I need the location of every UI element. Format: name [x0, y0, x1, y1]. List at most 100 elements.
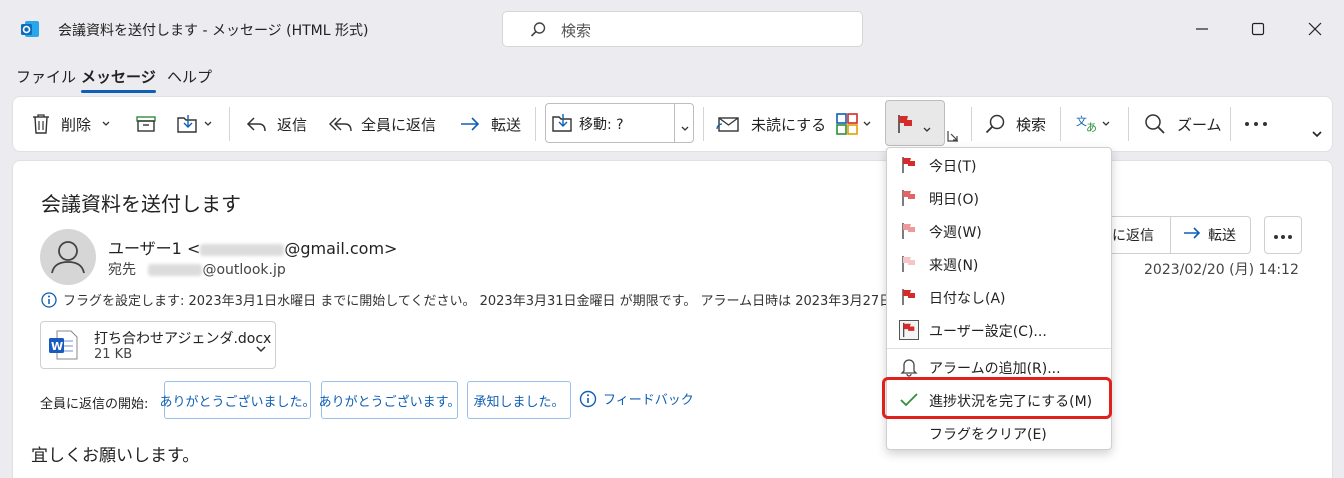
window-title: 会議資料を送付します - メッセージ (HTML 形式) — [58, 23, 369, 39]
flag-menu-today[interactable]: 今日(T) — [887, 149, 1111, 181]
ribbon-expand-button[interactable] — [1311, 107, 1323, 161]
chevron-down-icon — [101, 120, 111, 128]
attachment-card[interactable]: W 打ち合わせアジェンダ.docx 21 KB — [40, 321, 276, 369]
folder-move-icon — [551, 112, 575, 138]
ribbon-divider — [535, 107, 536, 141]
find-button[interactable]: 検索 — [984, 97, 1046, 151]
ribbon-divider — [703, 107, 704, 141]
reply-forward-group: に返信 転送 — [1103, 216, 1251, 254]
categorize-button[interactable] — [836, 97, 872, 151]
attachment-size: 21 KB — [94, 347, 133, 362]
tab-help[interactable]: ヘルプ — [167, 66, 212, 87]
info-icon — [579, 390, 597, 407]
svg-text:あ: あ — [1086, 121, 1097, 134]
trash-icon — [31, 113, 51, 135]
outlook-app-icon — [20, 19, 40, 39]
reply-all-inline-button[interactable]: に返信 — [1112, 217, 1154, 253]
ellipsis-icon — [1244, 121, 1268, 127]
flag-menu-tomorrow-label: 明日(O) — [929, 192, 979, 208]
svg-text:W: W — [51, 340, 63, 353]
feedback-link[interactable]: フィードバック — [579, 389, 694, 408]
title-search-box[interactable]: 検索 — [502, 11, 863, 47]
redacted-email — [200, 243, 285, 256]
chevron-down-icon — [203, 120, 213, 128]
flag-menu-mark-complete-label: 進捗状況を完了にする(M) — [929, 394, 1093, 410]
folder-move-icon — [176, 113, 200, 135]
reply-button[interactable]: 返信 — [245, 97, 307, 151]
message-date: 2023/02/20 (月) 14:12 — [1144, 262, 1299, 278]
quick-reply-2[interactable]: ありがとうございます。 — [319, 381, 460, 419]
tab-message[interactable]: メッセージ — [81, 66, 156, 93]
translate-button[interactable]: 文あ — [1075, 97, 1111, 151]
message-subject: 会議資料を送付します — [41, 192, 241, 216]
flag-menu-no-date-label: 日付なし(A) — [929, 291, 1006, 307]
archive-icon — [135, 114, 157, 134]
forward-arrow-icon — [1182, 225, 1202, 245]
delete-button[interactable]: 削除 — [31, 97, 111, 151]
move-divider — [674, 104, 675, 142]
reply-all-button[interactable]: 全員に返信 — [329, 97, 436, 151]
attachment-name: 打ち合わせアジェンダ.docx — [94, 331, 272, 347]
flag-menu-next-week-label: 来週(N) — [929, 258, 979, 274]
menu-separator — [887, 348, 1111, 349]
flag-button[interactable] — [885, 100, 945, 146]
sender-line: ユーザー1 < @gmail.com> — [108, 235, 397, 259]
flag-menu-today-label: 今日(T) — [929, 159, 977, 175]
reply-icon — [245, 114, 267, 134]
chevron-down-icon — [922, 120, 932, 138]
move-label: 移動: ? — [579, 117, 624, 133]
reply-all-inline-label: に返信 — [1112, 228, 1154, 244]
search-placeholder: 検索 — [561, 22, 592, 40]
delete-label: 削除 — [61, 115, 92, 134]
ribbon-divider — [229, 107, 230, 141]
ribbon-divider — [971, 107, 972, 141]
maximize-button[interactable] — [1245, 16, 1271, 42]
minimize-button[interactable] — [1189, 16, 1215, 42]
forward-inline-label: 転送 — [1208, 228, 1236, 244]
move-to-folder-button[interactable] — [176, 97, 213, 151]
flag-menu-next-week[interactable]: 来週(N) — [887, 248, 1111, 280]
flag-menu-custom[interactable]: ユーザー設定(C)... — [887, 314, 1111, 346]
archive-button[interactable] — [135, 97, 157, 151]
more-commands-button[interactable] — [1244, 97, 1268, 151]
tags-dialog-launcher[interactable] — [947, 129, 959, 143]
flag-menu-custom-label: ユーザー設定(C)... — [929, 324, 1047, 340]
forward-inline-button[interactable]: 転送 — [1182, 217, 1236, 253]
flag-menu-clear[interactable]: フラグをクリア(E) — [887, 417, 1111, 449]
flag-menu-add-reminder[interactable]: アラームの追加(R)... — [887, 351, 1111, 383]
forward-button[interactable]: 転送 — [459, 97, 521, 151]
quick-reply-3[interactable]: 承知しました。 — [467, 381, 571, 419]
mark-unread-button[interactable]: 未読にする — [716, 97, 826, 151]
flag-menu-add-reminder-label: アラームの追加(R)... — [929, 361, 1061, 377]
message-more-button[interactable] — [1264, 216, 1302, 254]
flag-icon — [899, 221, 919, 241]
reply-label: 返信 — [277, 115, 308, 134]
redacted-email — [148, 264, 203, 276]
flag-menu-no-date[interactable]: 日付なし(A) — [887, 281, 1111, 313]
envelope-icon — [716, 113, 740, 135]
flag-menu-tomorrow[interactable]: 明日(O) — [887, 182, 1111, 214]
recipient-line: 宛先 @outlook.jp — [108, 259, 286, 279]
ellipsis-icon — [1273, 226, 1293, 244]
reply-all-icon — [329, 114, 353, 134]
search-icon — [984, 113, 1006, 135]
zoom-button[interactable]: ズーム — [1143, 97, 1222, 151]
close-button[interactable] — [1302, 16, 1328, 42]
bell-icon — [899, 357, 919, 377]
quick-reply-1[interactable]: ありがとうございました。 — [160, 381, 316, 419]
flag-menu-mark-complete[interactable]: 進捗状況を完了にする(M) — [887, 384, 1111, 416]
flag-icon — [899, 188, 919, 208]
flag-menu-this-week[interactable]: 今週(W) — [887, 215, 1111, 247]
reply-all-label: 全員に返信 — [361, 115, 437, 134]
categorize-icon — [836, 113, 858, 135]
tab-file[interactable]: ファイル — [16, 66, 76, 87]
flag-icon — [899, 155, 919, 175]
title-bar: 会議資料を送付します - メッセージ (HTML 形式) 検索 — [0, 0, 1344, 60]
flag-icon — [896, 113, 916, 139]
move-dropdown[interactable]: 移動: ? — [545, 103, 694, 143]
mark-unread-label: 未読にする — [751, 115, 827, 134]
chevron-down-icon — [1101, 120, 1111, 128]
zoom-icon — [1143, 112, 1167, 136]
chevron-down-icon — [255, 340, 267, 358]
menu-tabs: ファイル メッセージ ヘルプ — [0, 60, 1344, 94]
